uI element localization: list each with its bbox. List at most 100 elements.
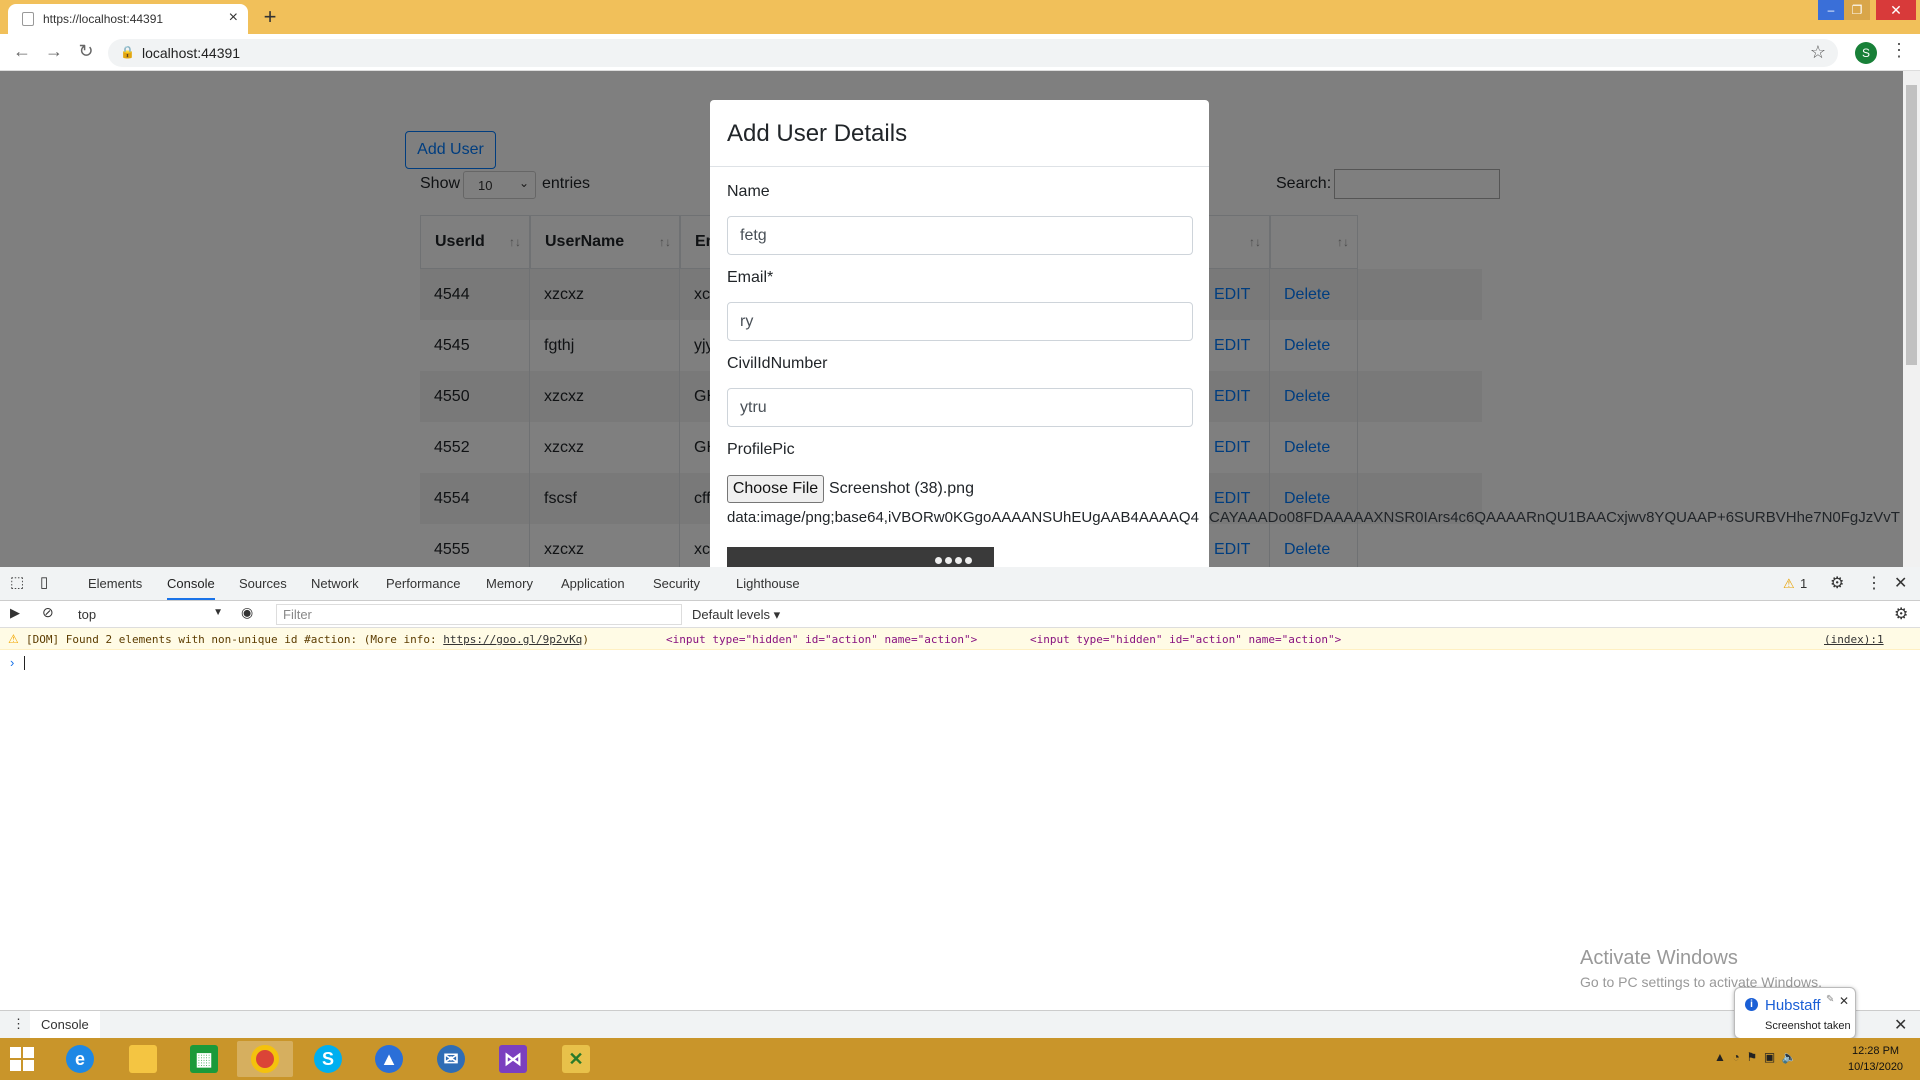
source-link[interactable]: (index):1 [1824,633,1884,646]
filter-input[interactable]: Filter [276,604,682,625]
tab-performance[interactable]: Performance [386,576,460,591]
name-field[interactable]: fetg [727,216,1193,255]
modal-divider [710,166,1209,167]
profile-pic-label: ProfilePic [727,441,795,458]
internet-explorer-taskbar-icon[interactable]: e [52,1041,108,1077]
tool-taskbar-icon[interactable]: ✕ [548,1041,604,1077]
bookmark-star-icon[interactable]: ☆ [1810,42,1826,63]
close-window-button[interactable]: ✕ [1876,0,1916,20]
civil-id-field[interactable]: ytru [727,388,1193,427]
windows-start-icon[interactable] [10,1047,34,1071]
info-icon: i [1745,998,1758,1011]
browser-title-bar: https://localhost:44391 × + – ❐ ✕ [0,0,1920,34]
system-tray[interactable]: ▲ ◔ ⚑ ▣ 🔈 [1714,1050,1797,1064]
address-bar-row: ← → ↻ 🔒 localhost:44391 ☆ S ⋮ [0,34,1920,71]
console-warning-row: ⚠ [DOM] Found 2 elements with non-unique… [0,628,1920,650]
gear-icon[interactable]: ⚙ [1830,573,1844,593]
more-info-link[interactable]: https://goo.gl/9p2vKq [443,633,582,646]
device-toolbar-icon[interactable]: ▯ [40,573,48,591]
store-taskbar-icon[interactable]: ▦ [176,1041,232,1077]
url-input[interactable]: 🔒 localhost:44391 ☆ [108,39,1838,67]
console-toolbar: ▶ ⊘ top ▼ ◉ Filter Default levels ▾ ⚙ [0,601,1920,628]
eye-icon[interactable]: ◉ [241,604,253,621]
close-drawer-icon[interactable]: ✕ [1894,1015,1907,1035]
clear-console-icon[interactable]: ⊘ [42,604,54,621]
minimize-button[interactable]: – [1818,0,1844,20]
tab-elements[interactable]: Elements [88,576,142,591]
sidebar-toggle-icon[interactable]: ▶ [10,605,20,621]
tab-lighthouse[interactable]: Lighthouse [736,576,800,591]
close-notification-icon[interactable]: ✕ [1839,994,1849,1008]
file-explorer-taskbar-icon[interactable] [115,1041,171,1077]
lock-icon[interactable]: 🔒 [120,45,135,59]
close-tab-icon[interactable]: × [229,9,238,27]
clock-time: 12:28 PM [1851,1045,1900,1057]
clock-date: 10/13/2020 [1848,1061,1904,1073]
add-user-modal: Add User Details Name fetg Email* ry Civ… [710,100,1209,567]
context-select[interactable]: top ▼ [78,607,223,622]
warning-icon[interactable]: ⚠ [1783,576,1795,592]
restore-button[interactable]: ❐ [1844,0,1870,20]
dom-node-link[interactable]: <input type="hidden" id="action" name="a… [1030,633,1341,646]
email-client-taskbar-icon[interactable]: ✉ [423,1041,479,1077]
profile-avatar[interactable]: S [1855,42,1877,64]
tab-console[interactable]: Console [167,576,215,600]
reload-icon[interactable]: ↻ [74,41,98,62]
data-uri-overflow-text: CAYAAADo08FDAAAAAXNSR0IArs4c6QAAAARnQU1B… [1209,509,1900,526]
name-label: Name [727,183,770,200]
activate-windows-watermark: Activate Windows Go to PC settings to ac… [1580,947,1822,990]
forward-icon[interactable]: → [42,41,66,62]
preview-dots [932,551,988,564]
email-field[interactable]: ry [727,302,1193,341]
page-icon [22,12,34,26]
tab-memory[interactable]: Memory [486,576,533,591]
devtools-drawer: ⋮ Console ✕ [0,1010,1920,1039]
tab-application[interactable]: Application [561,576,625,591]
tab-security[interactable]: Security [653,576,700,591]
browser-menu-icon[interactable]: ⋮ [1890,40,1908,61]
system-clock[interactable]: 12:28 PM 10/13/2020 [1848,1043,1903,1075]
more-options-icon[interactable]: ⋮ [1866,573,1882,593]
browser-tab[interactable]: https://localhost:44391 × [8,4,248,34]
warning-count[interactable]: 1 [1800,576,1807,591]
console-settings-icon[interactable]: ⚙ [1894,604,1908,624]
pin-icon[interactable]: ✎ [1826,994,1834,1005]
log-levels-label: Default levels [692,607,771,622]
console-prompt-icon: › [10,655,15,670]
inspect-element-icon[interactable]: ⬚ [10,573,24,591]
selected-file-name: Screenshot (38).png [829,480,974,497]
activate-windows-title: Activate Windows [1580,947,1738,969]
profile-pic-preview [727,547,994,567]
warning-icon: ⚠ [8,632,19,646]
page-viewport: Add User Show 10 ⌄ entries Search: UserI… [0,71,1920,567]
triangle-down-icon: ▼ [213,607,223,618]
data-uri-text: data:image/png;base64,iVBORw0KGgoAAAANSU… [727,509,1199,526]
dom-node-link[interactable]: <input type="hidden" id="action" name="a… [666,633,977,646]
devtools-tab-bar: ⬚ ▯ Elements Console Sources Network Per… [0,567,1920,601]
skype-taskbar-icon[interactable]: S [300,1041,356,1077]
tab-network[interactable]: Network [311,576,359,591]
hubstaff-notification[interactable]: i Hubstaff ✎ ✕ Screenshot taken [1734,987,1856,1039]
log-levels-select[interactable]: Default levels ▾ [692,607,780,623]
warning-text: [DOM] Found 2 elements with non-unique i… [26,633,444,646]
page-scrollbar-thumb[interactable] [1906,85,1917,365]
back-icon[interactable]: ← [10,41,34,62]
tab-sources[interactable]: Sources [239,576,287,591]
chrome-taskbar-icon[interactable] [237,1041,293,1077]
close-devtools-icon[interactable]: ✕ [1894,573,1907,593]
visual-studio-taskbar-icon[interactable]: ⋈ [485,1041,541,1077]
windows-taskbar: e ▦ S ▲ ✉ ⋈ ✕ ▲ ◔ ⚑ ▣ 🔈 12:28 PM 10/13/2… [0,1038,1920,1080]
drawer-tab-console[interactable]: Console [30,1011,100,1039]
new-tab-button[interactable]: + [258,4,282,30]
url-text: localhost:44391 [142,45,241,61]
choose-file-button[interactable]: Choose File [727,475,824,503]
email-label: Email* [727,269,774,286]
app-taskbar-icon[interactable]: ▲ [361,1041,417,1077]
drawer-menu-icon[interactable]: ⋮ [12,1016,25,1032]
console-input-caret[interactable] [24,656,25,670]
notification-title: Hubstaff [1765,997,1821,1014]
civil-id-label: CivilIdNumber [727,355,828,372]
notification-text: Screenshot taken [1765,1020,1851,1032]
warning-message: [DOM] Found 2 elements with non-unique i… [26,633,589,646]
context-value: top [78,607,97,622]
